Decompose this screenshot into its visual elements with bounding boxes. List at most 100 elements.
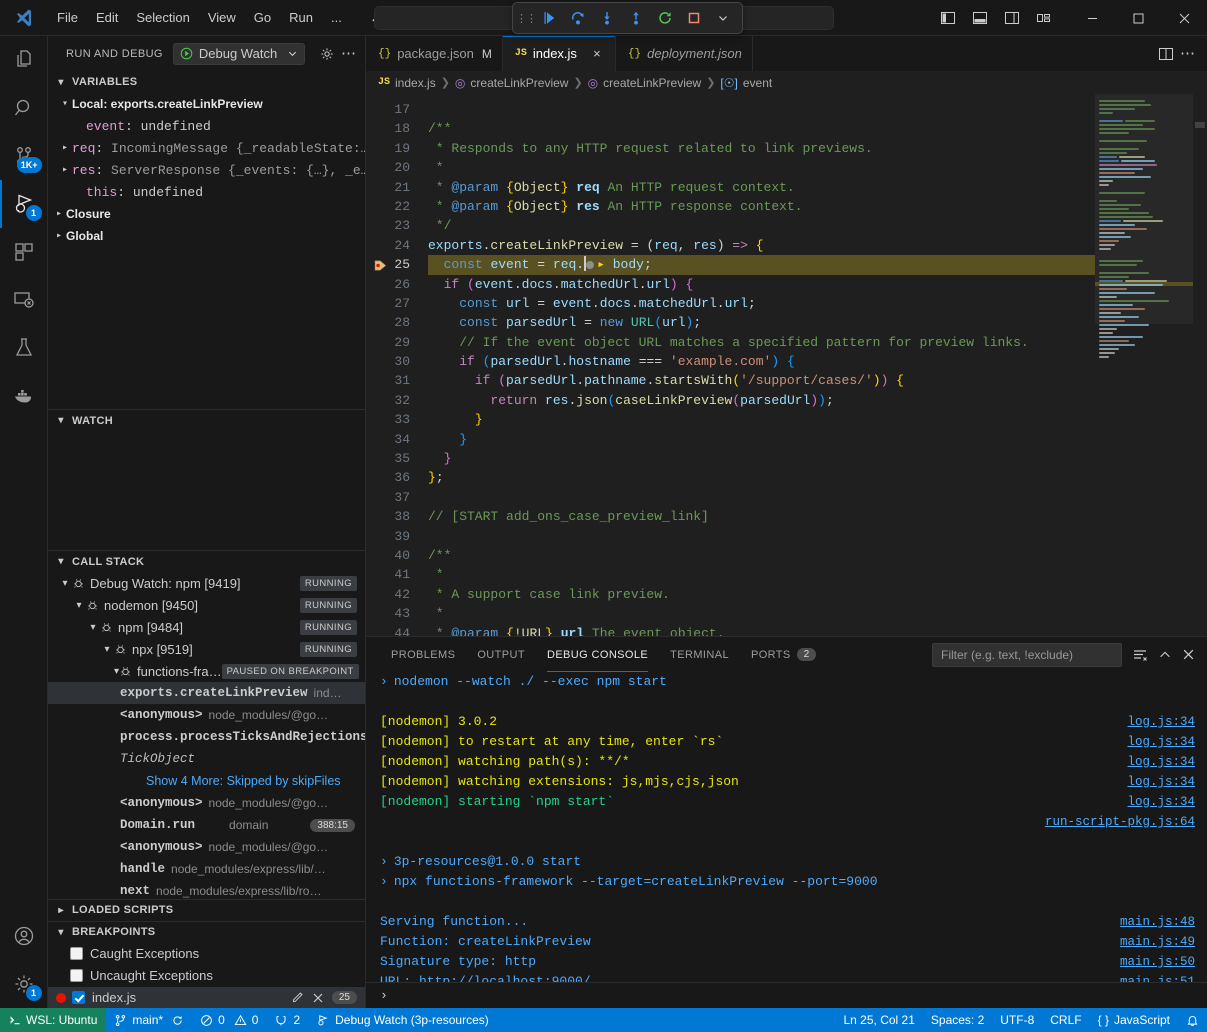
activity-item-settings[interactable]: 1 (0, 960, 48, 1008)
menu-go[interactable]: Go (245, 6, 280, 29)
status-cursor-position[interactable]: Ln 25, Col 21 (836, 1008, 923, 1032)
tab-problems[interactable]: PROBLEMS (380, 637, 466, 672)
menu-selection[interactable]: Selection (127, 6, 198, 29)
chevron-right-icon[interactable]: ▸ (58, 142, 72, 154)
variables-section-header[interactable]: ▾ VARIABLES (48, 71, 365, 93)
code-content[interactable]: /** * Responds to any HTTP request relat… (428, 94, 1207, 636)
debug-console-input[interactable]: › (366, 982, 1207, 1008)
callstack-session-row[interactable]: ▾ nodemon [9450] RUNNING (48, 594, 365, 616)
callstack-session-row[interactable]: ▾ npx [9519] RUNNING (48, 638, 365, 660)
step-out-icon[interactable] (623, 6, 649, 30)
code-editor[interactable]: 17 18 19 20 21 22 23 24 25 26 27 (366, 94, 1207, 636)
activity-item-docker[interactable] (0, 372, 48, 420)
variable-row-event[interactable]: event: undefined (48, 115, 365, 137)
tab-terminal[interactable]: TERMINAL (659, 637, 740, 672)
console-source-link[interactable]: run-script-pkg.js:64 (1045, 812, 1207, 832)
toggle-panel-icon[interactable] (965, 3, 995, 33)
breadcrumb-symbol[interactable]: event (743, 76, 772, 90)
activity-item-remote-explorer[interactable] (0, 276, 48, 324)
callstack-frame-row[interactable]: handle node_modules/express/lib/… (48, 858, 365, 880)
console-source-link[interactable]: log.js:34 (1127, 712, 1207, 732)
status-remote-host[interactable]: WSL: Ubuntu (0, 1008, 106, 1032)
breadcrumb-symbol[interactable]: createLinkPreview (603, 76, 701, 90)
breadcrumb-file[interactable]: index.js (395, 76, 436, 90)
checkbox-unchecked[interactable] (70, 947, 83, 960)
restart-icon[interactable] (652, 6, 678, 30)
callstack-frame-row[interactable]: process.processTicksAndRejections (48, 726, 365, 748)
variable-group-global[interactable]: ▸ Global (48, 225, 365, 245)
editor-scrollbar[interactable] (1193, 94, 1207, 636)
console-source-link[interactable]: log.js:34 (1127, 752, 1207, 772)
callstack-frame-row[interactable]: next node_modules/express/lib/ro… (48, 880, 365, 899)
close-panel-icon[interactable] (1182, 648, 1195, 661)
tab-ports[interactable]: PORTS 2 (740, 637, 827, 672)
variable-row-req[interactable]: ▸ req: IncomingMessage {_readableState:… (48, 137, 365, 159)
menu-bar[interactable]: File Edit Selection View Go Run ... (48, 6, 351, 29)
menu-more[interactable]: ... (322, 6, 351, 29)
activity-item-extensions[interactable] (0, 228, 48, 276)
maximize-panel-icon[interactable] (1158, 648, 1172, 662)
maximize-window-icon[interactable] (1115, 0, 1161, 36)
edit-breakpoint-icon[interactable] (291, 991, 304, 1004)
watch-section-header[interactable]: ▾ WATCH (48, 409, 365, 431)
drag-handle-icon[interactable]: ⋮⋮ (519, 12, 533, 25)
breadcrumb[interactable]: JS index.js ❯ ◎ createLinkPreview ❯ ◎ cr… (366, 71, 1207, 94)
continue-icon[interactable] (536, 6, 562, 30)
console-source-link[interactable]: main.js:50 (1120, 952, 1207, 972)
status-notifications[interactable] (1178, 1008, 1207, 1032)
checkbox-checked[interactable] (72, 991, 85, 1004)
callstack-show-more-row[interactable]: Show 4 More: Skipped by skipFiles (48, 770, 365, 792)
close-tab-icon[interactable]: × (589, 46, 605, 61)
customize-layout-icon[interactable] (1029, 3, 1059, 33)
console-source-link[interactable]: log.js:34 (1127, 772, 1207, 792)
breakpoint-caught-exceptions[interactable]: Caught Exceptions (48, 943, 365, 965)
callstack-session-row[interactable]: ▾ npm [9484] RUNNING (48, 616, 365, 638)
callstack-section-header[interactable]: ▾ CALL STACK (48, 550, 365, 572)
tab-package-json[interactable]: {} package.json M (366, 36, 503, 71)
status-encoding[interactable]: UTF-8 (992, 1008, 1042, 1032)
debug-console-output[interactable]: ›nodemon --watch ./ --exec npm start [no… (366, 672, 1207, 982)
console-source-link[interactable]: main.js:48 (1120, 912, 1207, 932)
variable-row-res[interactable]: ▸ res: ServerResponse {_events: {…}, _e… (48, 159, 365, 181)
status-eol[interactable]: CRLF (1042, 1008, 1089, 1032)
clear-console-icon[interactable] (1132, 647, 1148, 663)
status-indentation[interactable]: Spaces: 2 (923, 1008, 992, 1032)
show-more-link[interactable]: Show 4 More: Skipped by skipFiles (146, 774, 341, 788)
breakpoint-arrow-icon[interactable] (374, 259, 386, 271)
callstack-frame-row[interactable]: TickObject (48, 748, 365, 770)
step-over-icon[interactable] (565, 6, 591, 30)
activity-item-accounts[interactable] (0, 912, 48, 960)
chevron-right-icon[interactable]: ▸ (52, 208, 66, 220)
callstack-frame-row[interactable]: <anonymous> node_modules/@go… (48, 704, 365, 726)
callstack-frame-row[interactable]: <anonymous> node_modules/@go… (48, 792, 365, 814)
stop-icon[interactable] (681, 6, 707, 30)
activity-item-search[interactable] (0, 84, 48, 132)
menu-edit[interactable]: Edit (87, 6, 127, 29)
callstack-frame-row[interactable]: Domain.run domain 388:15 (48, 814, 365, 836)
chevron-down-icon[interactable] (710, 6, 736, 30)
step-into-icon[interactable] (594, 6, 620, 30)
callstack-frame-row[interactable]: exports.createLinkPreview ind… (48, 682, 365, 704)
debug-config-dropdown[interactable]: Debug Watch (173, 43, 305, 65)
callstack-session-row[interactable]: ▾ functions-fra… PAUSED ON BREAKPOINT (48, 660, 365, 682)
checkbox-unchecked[interactable] (70, 969, 83, 982)
open-settings-icon[interactable] (319, 46, 335, 62)
console-source-link[interactable]: main.js:51 (1120, 972, 1207, 982)
callstack-frame-row[interactable]: <anonymous> node_modules/@go… (48, 836, 365, 858)
tab-deployment-json[interactable]: {} deployment.json (616, 36, 753, 71)
activity-item-run-and-debug[interactable]: 1 (0, 180, 48, 228)
status-git-branch[interactable]: main* (106, 1008, 192, 1032)
minimize-window-icon[interactable] (1069, 0, 1115, 36)
scrollbar-thumb[interactable] (1195, 122, 1205, 128)
breakpoint-file-row[interactable]: index.js 25 (48, 987, 365, 1008)
activity-item-testing[interactable] (0, 324, 48, 372)
activity-item-source-control[interactable]: 1K+ (0, 132, 48, 180)
callstack-session-row[interactable]: ▾ Debug Watch: npm [9419] RUNNING (48, 572, 365, 594)
layout-controls[interactable] (933, 3, 1059, 33)
menu-view[interactable]: View (199, 6, 245, 29)
status-problems[interactable]: 0 0 (192, 1008, 266, 1032)
status-ports[interactable]: 2 (266, 1008, 308, 1032)
line-number-gutter[interactable]: 17 18 19 20 21 22 23 24 25 26 27 (366, 94, 428, 636)
menu-file[interactable]: File (48, 6, 87, 29)
debug-toolbar[interactable]: ⋮⋮ (512, 2, 743, 34)
